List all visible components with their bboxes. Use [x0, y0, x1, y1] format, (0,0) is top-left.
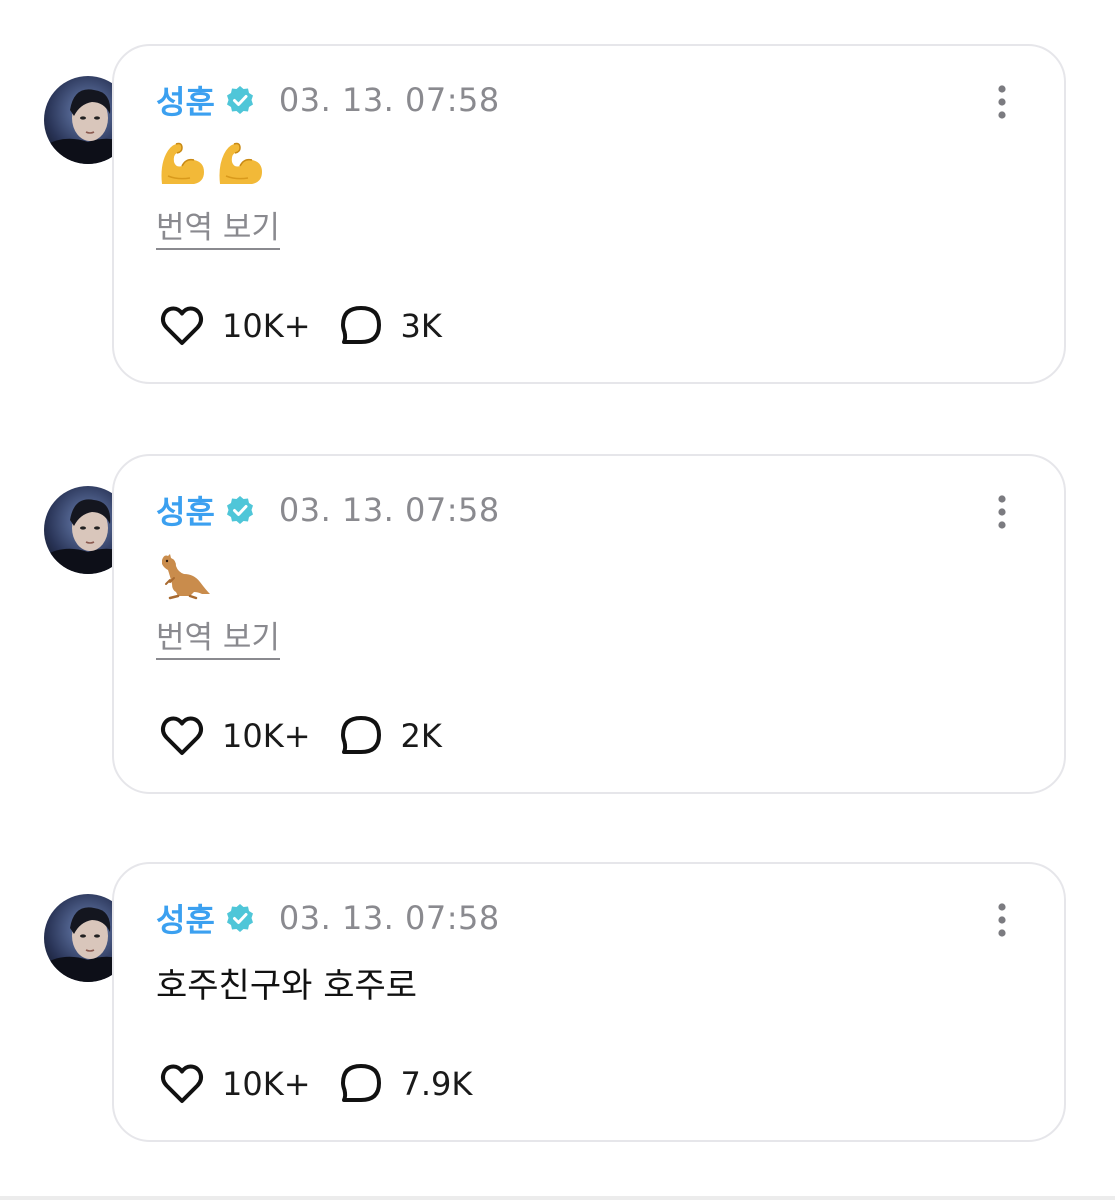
heart-icon[interactable]: [158, 712, 206, 760]
post-stats: 10K+ 3K: [158, 302, 468, 350]
comment-bubble-icon[interactable]: [337, 712, 385, 760]
post-header: 성훈 03. 13. 07:58: [156, 78, 500, 122]
author-name[interactable]: 성훈: [156, 487, 215, 533]
like-count: 10K+: [222, 717, 311, 755]
more-vertical-icon[interactable]: [994, 902, 1010, 938]
post-timestamp: 03. 13. 07:58: [278, 899, 500, 937]
post-card[interactable]: 성훈 03. 13. 07:58 번역 보기 10K+ 3K: [112, 44, 1066, 384]
like-count: 10K+: [222, 1065, 311, 1103]
comment-count: 3K: [400, 307, 442, 345]
heart-icon[interactable]: [158, 302, 206, 350]
flexed-biceps-emoji: [219, 142, 262, 184]
translate-link[interactable]: 번역 보기: [156, 620, 280, 660]
post-header: 성훈 03. 13. 07:58: [156, 488, 500, 532]
author-name[interactable]: 성훈: [156, 77, 215, 123]
bottom-divider: [0, 1196, 1115, 1200]
post-card[interactable]: 성훈 03. 13. 07:58 번역 보기 10K+ 2K: [112, 454, 1066, 794]
comment-count: 2K: [400, 717, 442, 755]
author-name[interactable]: 성훈: [156, 895, 215, 941]
post-timestamp: 03. 13. 07:58: [278, 81, 500, 119]
post-stats: 10K+ 7.9K: [158, 1060, 498, 1108]
comment-count: 7.9K: [400, 1065, 473, 1103]
verified-badge-icon: [226, 86, 253, 114]
heart-icon[interactable]: [158, 1060, 206, 1108]
verified-badge-icon: [226, 904, 253, 932]
verified-badge-icon: [226, 496, 253, 524]
like-count: 10K+: [222, 307, 311, 345]
post-content: [156, 136, 266, 188]
post-stats: 10K+ 2K: [158, 712, 468, 760]
comment-bubble-icon[interactable]: [337, 1060, 385, 1108]
post-header: 성훈 03. 13. 07:58: [156, 896, 500, 940]
translate-link[interactable]: 번역 보기: [156, 210, 280, 250]
post-card[interactable]: 성훈 03. 13. 07:58 호주친구와 호주로 10K+ 7.9K: [112, 862, 1066, 1142]
post-timestamp: 03. 13. 07:58: [278, 491, 500, 529]
more-vertical-icon[interactable]: [994, 494, 1010, 530]
post-content-text: 호주친구와 호주로: [156, 966, 418, 1006]
comment-bubble-icon[interactable]: [337, 302, 385, 350]
post-content: [156, 550, 212, 600]
kangaroo-emoji: [162, 554, 210, 600]
more-vertical-icon[interactable]: [994, 84, 1010, 120]
flexed-biceps-emoji: [161, 142, 204, 184]
